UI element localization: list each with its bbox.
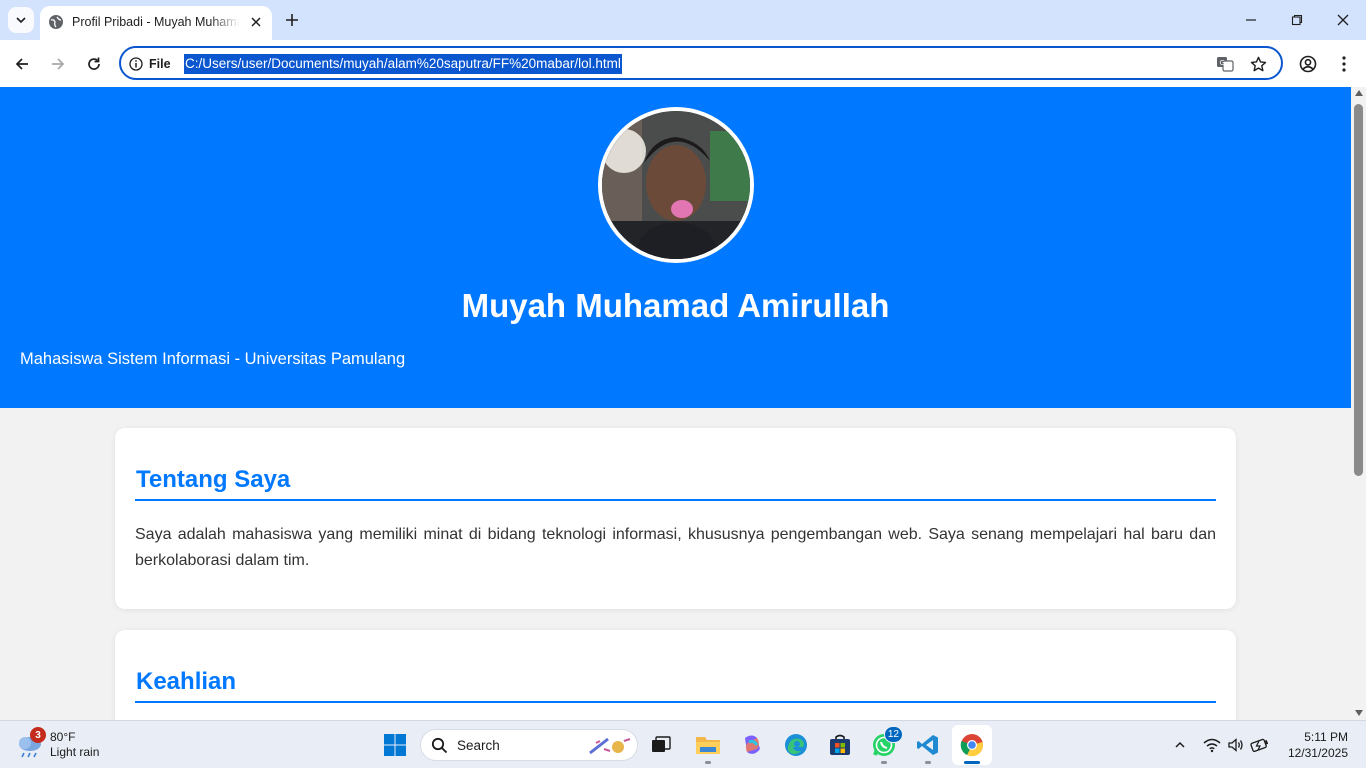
profile-header: Muyah Muhamad Amirullah Mahasiswa Sistem… <box>0 87 1351 408</box>
close-icon <box>251 17 261 27</box>
skills-section: Keahlian <box>115 630 1236 720</box>
volume-icon <box>1228 738 1243 752</box>
running-indicator <box>705 761 711 764</box>
start-button[interactable] <box>375 725 415 765</box>
whatsapp-badge: 12 <box>883 726 903 743</box>
close-icon <box>1337 14 1349 26</box>
chrome-icon <box>960 734 983 757</box>
info-icon <box>129 57 143 71</box>
search-icon <box>431 737 448 754</box>
translate-icon: G <box>1217 57 1234 72</box>
running-indicator <box>925 761 931 764</box>
reload-icon <box>88 57 100 70</box>
star-icon <box>1250 56 1266 71</box>
svg-text:G: G <box>1220 59 1225 67</box>
running-indicator <box>881 761 887 764</box>
page-viewport: Muyah Muhamad Amirullah Mahasiswa Sistem… <box>0 87 1351 720</box>
about-section: Tentang Saya Saya adalah mahasiswa yang … <box>115 428 1236 609</box>
microsoft-store-icon <box>830 734 850 755</box>
windows-start-icon <box>384 734 406 756</box>
about-text: Saya adalah mahasiswa yang memiliki mina… <box>135 526 1216 569</box>
wifi-status[interactable] <box>1202 735 1222 755</box>
chevron-down-icon <box>16 17 26 24</box>
battery-status[interactable] <box>1250 735 1270 755</box>
volume-control[interactable] <box>1226 735 1246 755</box>
browser-tab-strip: Profil Pribadi - Muyah Muhamad Amirullah <box>0 0 1366 40</box>
edge-icon <box>785 734 807 756</box>
folder-icon <box>696 737 720 754</box>
system-clock[interactable]: 5:11 PM 12/31/2025 <box>1282 729 1348 761</box>
weather-condition: Light rain <box>50 745 100 759</box>
section-divider <box>135 701 1216 703</box>
arrow-right-icon <box>52 58 65 70</box>
edge-button[interactable] <box>776 725 816 765</box>
plus-icon <box>286 14 298 26</box>
active-indicator <box>964 761 980 764</box>
section-title: Tentang Saya <box>136 466 291 493</box>
tab-title: Profil Pribadi - Muyah Muhamad Amirullah <box>72 15 240 29</box>
vscode-button[interactable] <box>908 725 948 765</box>
show-hidden-icons-button[interactable] <box>1170 735 1190 755</box>
whatsapp-button[interactable]: 12 <box>864 725 904 765</box>
profile-name: Muyah Muhamad Amirullah <box>461 287 890 324</box>
windows-taskbar: 3 80°F Light rain Search 12 5:11 PM 12/3… <box>0 720 1366 768</box>
vscode-icon <box>917 735 938 755</box>
globe-icon <box>49 15 63 29</box>
chrome-button[interactable] <box>952 725 992 765</box>
scroll-thumb[interactable] <box>1354 104 1363 476</box>
file-explorer-button[interactable] <box>688 725 728 765</box>
browser-toolbar: File C:/Users/user/Documents/muyah/alam%… <box>0 40 1366 87</box>
forward-button[interactable] <box>44 50 72 78</box>
taskbar-search-box[interactable]: Search <box>420 729 638 761</box>
profile-subtitle: Mahasiswa Sistem Informasi - Universitas… <box>20 350 406 368</box>
minimize-icon <box>1246 19 1256 21</box>
weather-widget[interactable]: 3 80°F Light rain <box>16 727 126 763</box>
scroll-down-arrow[interactable] <box>1355 710 1363 716</box>
bookmark-button[interactable] <box>1248 54 1268 74</box>
restore-button[interactable] <box>1274 6 1320 34</box>
profile-icon <box>1299 55 1317 73</box>
translate-button[interactable]: G <box>1215 54 1235 74</box>
restore-icon <box>1291 14 1303 26</box>
clock-time: 5:11 PM <box>1304 730 1348 744</box>
new-tab-button[interactable] <box>282 10 302 30</box>
reload-button[interactable] <box>80 50 108 78</box>
battery-icon <box>1250 738 1269 752</box>
active-tab[interactable]: Profil Pribadi - Muyah Muhamad Amirullah <box>40 6 272 40</box>
profile-button[interactable] <box>1294 50 1322 78</box>
task-view-icon <box>652 736 671 752</box>
site-info-chip[interactable]: File <box>129 54 171 74</box>
address-bar[interactable]: File C:/Users/user/Documents/muyah/alam%… <box>119 46 1283 80</box>
profile-photo-image <box>602 111 750 259</box>
tab-close-button[interactable] <box>248 14 264 30</box>
arrow-left-icon <box>15 58 28 70</box>
page-scrollbar[interactable] <box>1351 87 1366 720</box>
kebab-menu-icon <box>1342 56 1346 72</box>
tab-search-button[interactable] <box>8 7 34 33</box>
url-text[interactable]: C:/Users/user/Documents/muyah/alam%20sap… <box>184 54 622 74</box>
section-divider <box>135 499 1216 501</box>
weather-badge: 3 <box>30 727 46 743</box>
chevron-up-icon <box>1175 741 1185 748</box>
site-chip-label: File <box>149 57 171 71</box>
weather-temperature: 80°F <box>50 730 76 744</box>
minimize-button[interactable] <box>1228 6 1274 34</box>
clock-date: 12/31/2025 <box>1287 746 1348 760</box>
close-window-button[interactable] <box>1320 6 1366 34</box>
microsoft-store-button[interactable] <box>820 725 860 765</box>
menu-button[interactable] <box>1330 50 1358 78</box>
search-label: Search <box>457 738 500 753</box>
task-view-button[interactable] <box>641 725 681 765</box>
section-title: Keahlian <box>136 668 237 695</box>
copilot-icon <box>745 735 760 754</box>
scroll-up-arrow[interactable] <box>1355 90 1363 96</box>
search-highlight-icon <box>589 737 631 755</box>
back-button[interactable] <box>8 50 36 78</box>
profile-photo <box>598 107 754 263</box>
copilot-button[interactable] <box>732 725 772 765</box>
wifi-icon <box>1203 738 1221 753</box>
